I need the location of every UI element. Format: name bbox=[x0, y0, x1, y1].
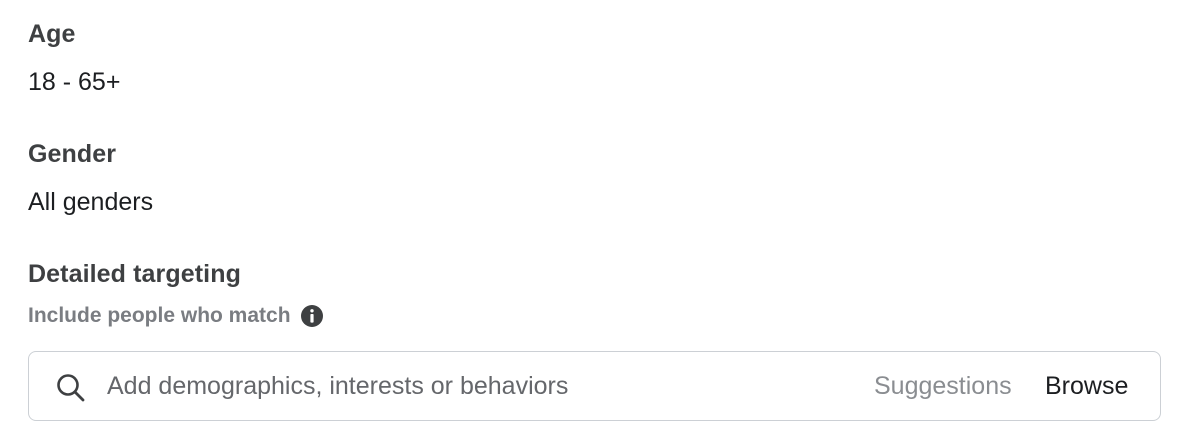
info-icon[interactable] bbox=[300, 304, 324, 328]
detailed-targeting-search-box[interactable]: Suggestions Browse bbox=[28, 351, 1161, 421]
detailed-targeting-search-input[interactable] bbox=[107, 364, 867, 408]
age-value: 18 - 65+ bbox=[28, 68, 121, 96]
search-icon bbox=[56, 373, 85, 402]
include-people-row: Include people who match bbox=[28, 304, 324, 328]
gender-value: All genders bbox=[28, 188, 154, 216]
suggestions-link[interactable]: Suggestions bbox=[874, 372, 1012, 401]
include-people-label: Include people who match bbox=[28, 304, 291, 327]
age-heading: Age bbox=[28, 20, 76, 48]
audience-panel: Age 18 - 65+ Gender All genders Detailed… bbox=[0, 0, 1189, 433]
browse-button[interactable]: Browse bbox=[1045, 372, 1128, 401]
detailed-targeting-heading: Detailed targeting bbox=[28, 260, 241, 288]
gender-heading: Gender bbox=[28, 140, 117, 168]
